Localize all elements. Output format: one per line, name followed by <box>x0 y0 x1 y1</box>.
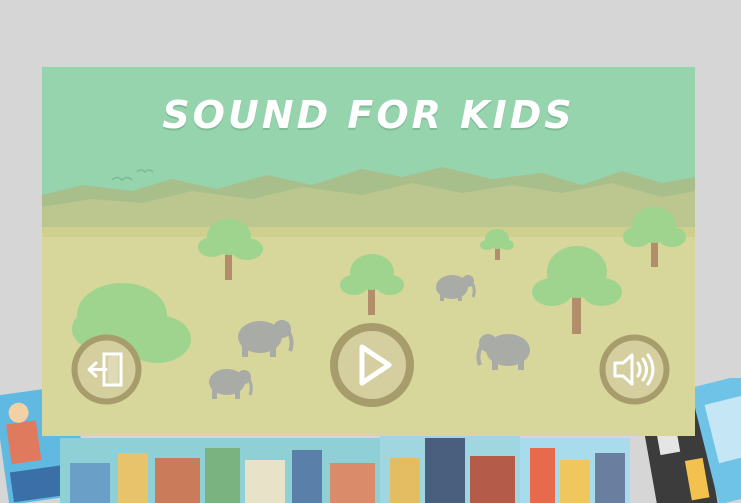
game-title: SOUND FOR KIDS <box>162 93 575 137</box>
exit-button[interactable] <box>70 333 143 406</box>
sound-button[interactable] <box>598 333 671 406</box>
play-button[interactable] <box>329 322 415 408</box>
game-screen: SOUND FOR KIDS <box>42 67 695 436</box>
speaker-icon <box>599 334 670 405</box>
play-icon <box>330 323 414 407</box>
exit-door-icon <box>71 334 142 405</box>
